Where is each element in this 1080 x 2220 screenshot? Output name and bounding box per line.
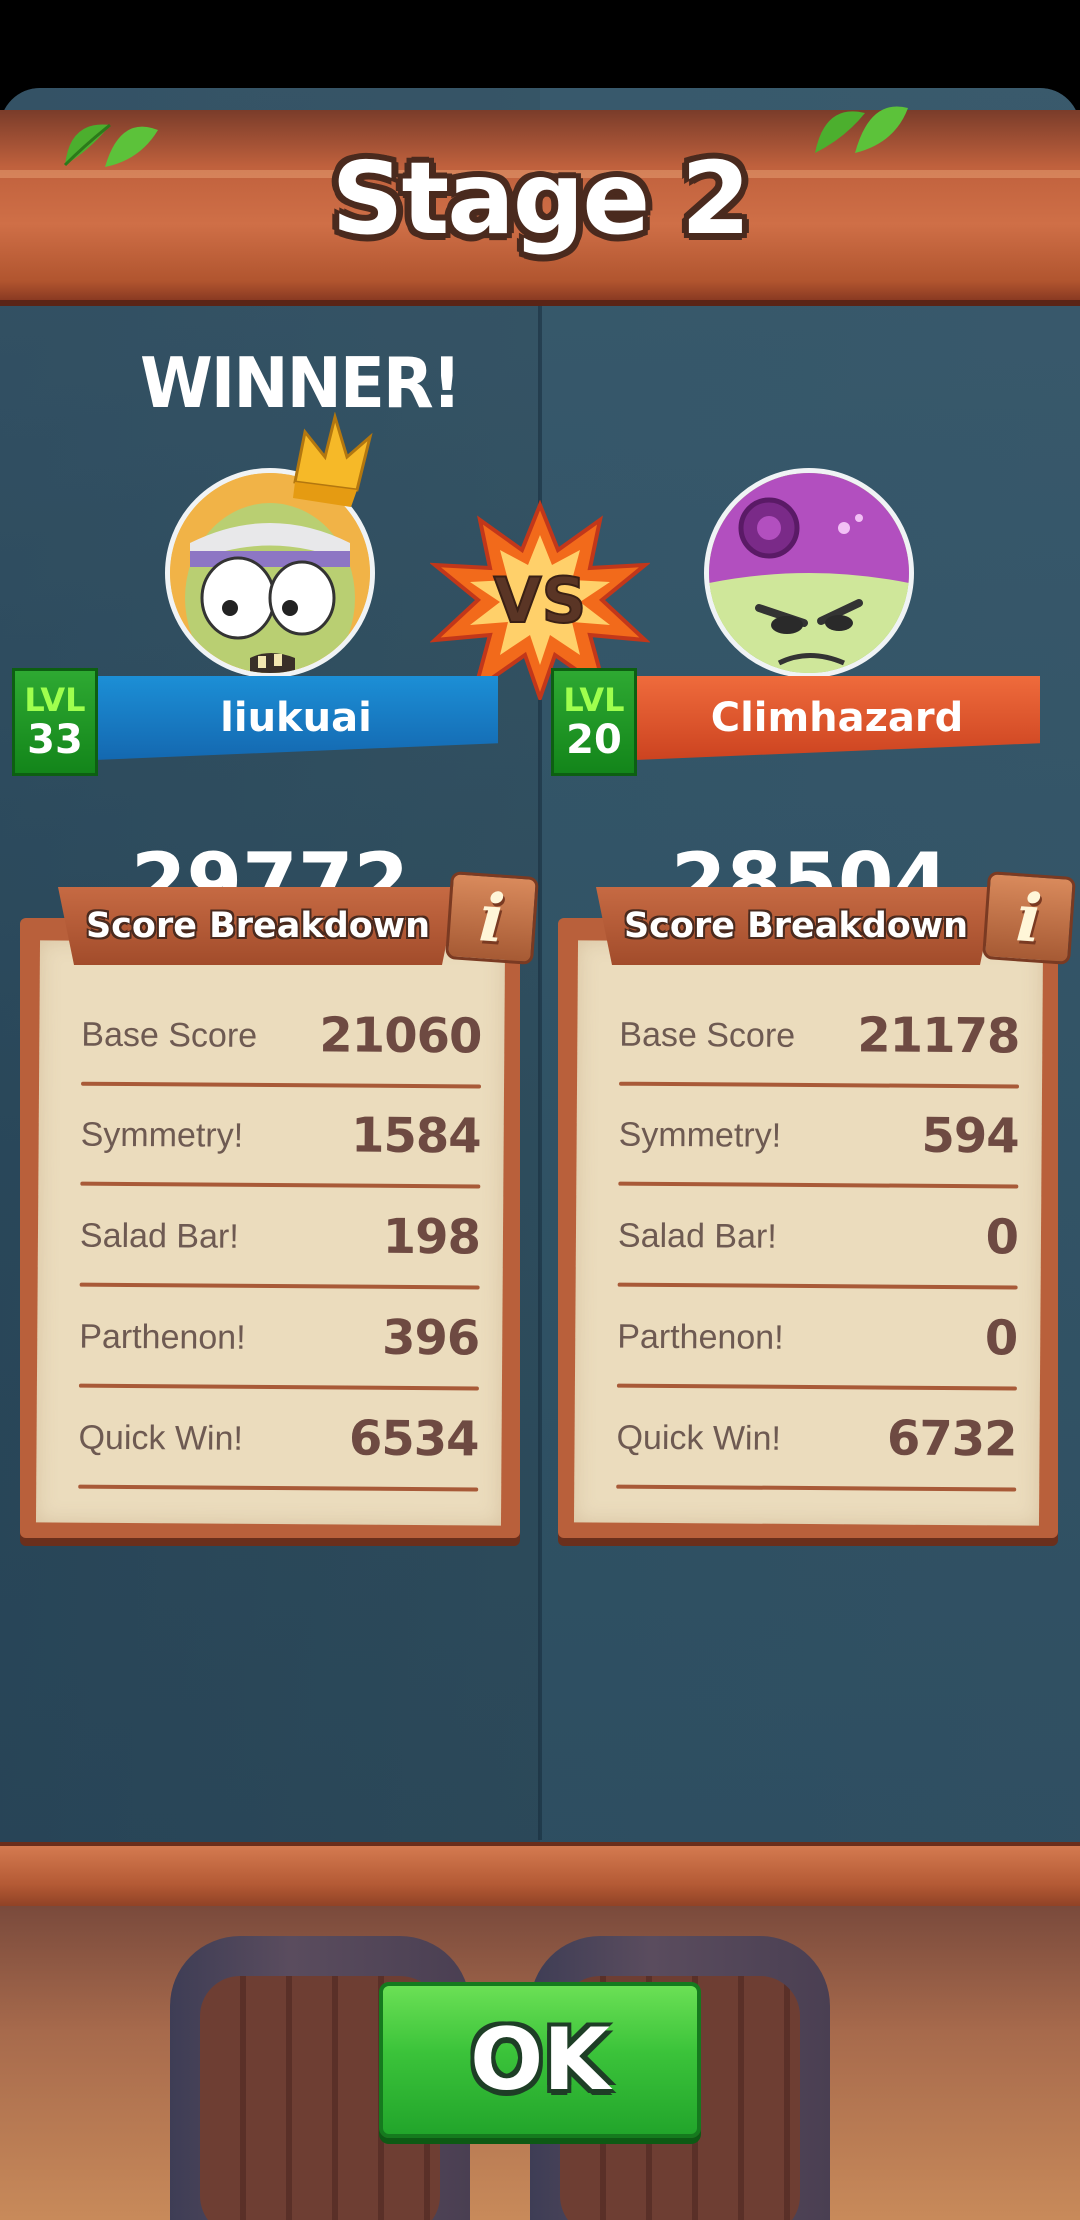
player1-breakdown-title: Score Breakdown (58, 887, 458, 965)
row-label: Quick Win! (616, 1418, 782, 1458)
player1-info-button[interactable]: i (445, 871, 539, 965)
player2-name: Climhazard (710, 695, 964, 741)
row-label: Salad Bar! (617, 1216, 777, 1256)
row-value: 21060 (319, 1007, 482, 1065)
row-value: 396 (381, 1309, 480, 1367)
row-label: Parthenon! (79, 1317, 246, 1357)
row-value: 198 (382, 1208, 481, 1266)
level-label: LVL (563, 681, 625, 719)
player1-score-breakdown: Base Score 21060 Symmetry! 1584 Salad Ba… (20, 918, 520, 1538)
stage-title: Stage 2 (331, 140, 750, 257)
row-value: 6732 (886, 1410, 1017, 1468)
level-label: LVL (24, 681, 86, 719)
vs-label: VS (494, 564, 587, 637)
breakdown-row: Salad Bar! 0 (617, 1187, 1019, 1290)
info-icon: i (1013, 878, 1045, 958)
player2-info-button[interactable]: i (982, 871, 1076, 965)
row-label: Symmetry! (618, 1115, 782, 1155)
breakdown-paper: Base Score 21178 Symmetry! 594 Salad Bar… (573, 940, 1044, 1526)
breakdown-row: Salad Bar! 198 (79, 1187, 481, 1290)
row-divider (616, 1484, 1017, 1492)
breakdown-row: Parthenon! 396 (78, 1288, 480, 1391)
row-value: 0 (984, 1310, 1018, 1367)
player2-breakdown-title: Score Breakdown (596, 887, 996, 965)
breakdown-row: Base Score 21178 (619, 986, 1020, 1089)
breakdown-row: Base Score 21060 (81, 986, 482, 1089)
player1-level-badge: LVL 33 (12, 668, 98, 776)
breakdown-row: Quick Win! 6732 (616, 1389, 1017, 1492)
player1-total-score: 29772 (130, 836, 410, 888)
player2-avatar (704, 468, 914, 678)
breakdown-paper: Base Score 21060 Symmetry! 1584 Salad Ba… (35, 940, 506, 1526)
player2-level: 20 (566, 717, 622, 763)
breakdown-row: Symmetry! 594 (618, 1086, 1019, 1189)
breakdown-row: Symmetry! 1584 (80, 1086, 481, 1189)
row-label: Symmetry! (80, 1115, 244, 1155)
info-icon: i (476, 878, 508, 958)
breakdown-row: Parthenon! 0 (616, 1288, 1018, 1391)
row-label: Base Score (619, 1015, 796, 1055)
player2-level-badge: LVL 20 (551, 668, 637, 776)
ok-button-label: OK (470, 2010, 610, 2110)
row-label: Base Score (81, 1015, 258, 1055)
row-label: Salad Bar! (79, 1216, 239, 1256)
crown-icon (293, 412, 373, 507)
player1-level: 33 (27, 717, 83, 763)
row-label: Quick Win! (78, 1418, 244, 1458)
player2-score-breakdown: Base Score 21178 Symmetry! 594 Salad Bar… (558, 918, 1058, 1538)
row-value: 1584 (350, 1107, 481, 1165)
ok-button[interactable]: OK (379, 1982, 701, 2138)
row-divider (78, 1484, 479, 1492)
plant-icon (709, 473, 909, 673)
breakdown-row: Quick Win! 6534 (78, 1389, 479, 1492)
row-value: 21178 (857, 1007, 1020, 1065)
row-value: 6534 (348, 1410, 479, 1468)
row-label: Parthenon! (617, 1317, 784, 1357)
player1-name: liukuai (220, 695, 372, 741)
player2-total-score: 28504 (670, 836, 950, 888)
row-value: 0 (985, 1209, 1019, 1266)
row-value: 594 (921, 1107, 1019, 1165)
bottom-wood-beam (0, 1842, 1080, 1910)
